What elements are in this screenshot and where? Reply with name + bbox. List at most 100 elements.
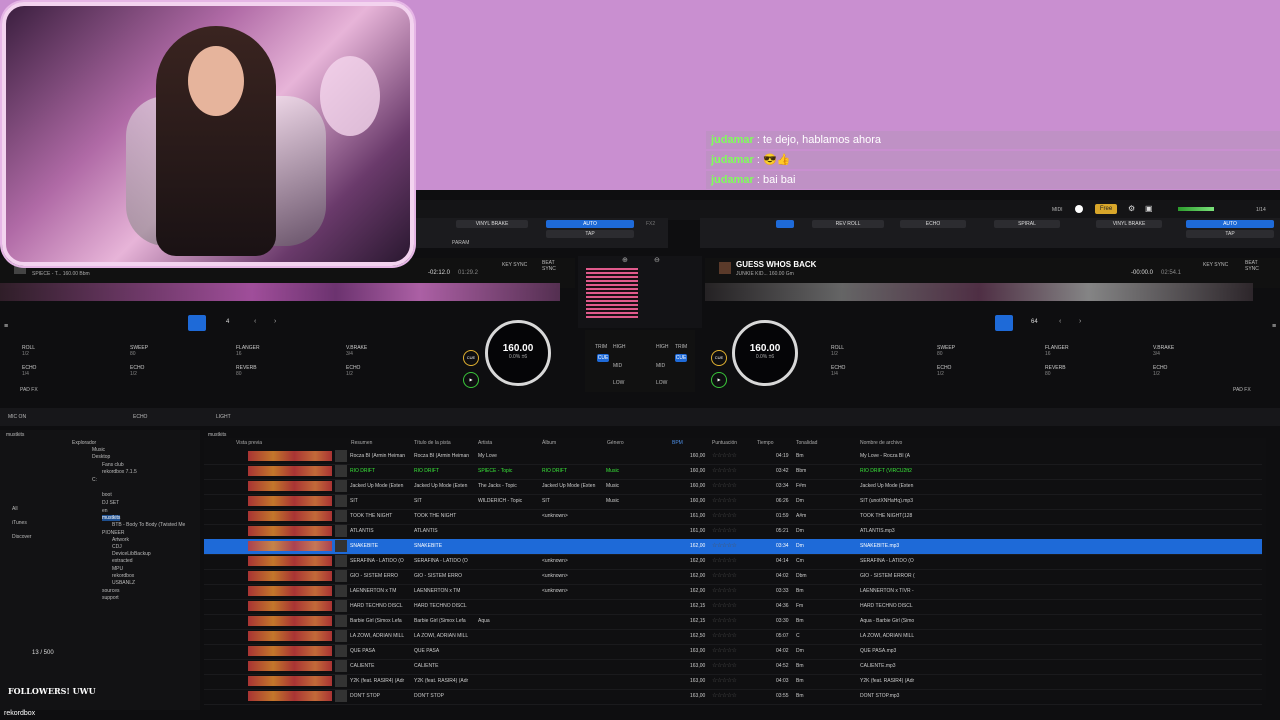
- plan-badge[interactable]: Free: [1095, 204, 1117, 214]
- fx-auto-button[interactable]: AUTO: [546, 220, 634, 228]
- table-row[interactable]: CALIENTE CALIENTE 163,00 04:52 Bm CALIENTE.mp…: [204, 659, 1262, 675]
- col-header-preview[interactable]: Vista previa: [236, 440, 262, 446]
- track-preview-waveform[interactable]: [248, 496, 332, 506]
- rating-stars[interactable]: ☆☆☆☆☆: [712, 542, 737, 549]
- deck1-play-button[interactable]: ▶: [463, 372, 479, 388]
- track-preview-waveform[interactable]: [248, 481, 332, 491]
- table-row[interactable]: DON'T STOP DON'T STOP 163,00 03:55 Bm DONT ST…: [204, 689, 1262, 705]
- table-row[interactable]: Rocza BI (Armin Heiman Rocza BI (Armin He…: [204, 449, 1262, 465]
- rating-stars[interactable]: ☆☆☆☆☆: [712, 467, 737, 474]
- col-header-filename[interactable]: Nombre de archivo: [860, 440, 902, 446]
- col-header-summary[interactable]: Resumen: [351, 440, 372, 446]
- pad[interactable]: V.BRAKE 3/4: [1153, 345, 1174, 357]
- tree-item[interactable]: DJ SET: [102, 500, 119, 506]
- table-row[interactable]: HARD TECHNO DISCL HARD TECHNO DISCL 162,15…: [204, 599, 1262, 615]
- track-preview-waveform[interactable]: [248, 451, 332, 461]
- light-label[interactable]: LIGHT: [216, 414, 231, 420]
- track-preview-waveform[interactable]: [248, 586, 332, 596]
- rating-stars[interactable]: ☆☆☆☆☆: [712, 617, 737, 624]
- rating-stars[interactable]: ☆☆☆☆☆: [712, 692, 737, 699]
- track-preview-waveform[interactable]: [248, 661, 332, 671]
- mic-echo-label[interactable]: ECHO: [133, 414, 147, 420]
- deck2-waveform[interactable]: [705, 283, 1253, 301]
- pad[interactable]: FLANGER 16: [236, 345, 260, 357]
- table-row[interactable]: SIT SIT WILDERICH - Topic SIT Music 160,00 06:…: [204, 494, 1262, 510]
- beat-fx-toggle[interactable]: [776, 220, 794, 228]
- tree-item[interactable]: CDJ: [112, 544, 122, 550]
- track-preview-waveform[interactable]: [248, 601, 332, 611]
- tree-item[interactable]: sources: [102, 588, 120, 594]
- rating-stars[interactable]: ☆☆☆☆☆: [712, 602, 737, 609]
- table-row[interactable]: QUE PASA QUE PASA 163,00 04:02 Dm QUE PASA.mp…: [204, 644, 1262, 660]
- tree-item[interactable]: extracted: [112, 558, 133, 564]
- deck1-beat-count[interactable]: 4: [226, 319, 229, 325]
- fx-auto-button[interactable]: AUTO: [1186, 220, 1274, 228]
- tree-item[interactable]: Desktop: [92, 454, 110, 460]
- tree-item-selected[interactable]: mustkits: [102, 515, 121, 521]
- deck1-jog-wheel[interactable]: 160.00 0.0% ±6: [485, 320, 551, 386]
- pad[interactable]: REVERB 80: [236, 365, 257, 377]
- col-header-rating[interactable]: Puntuación: [712, 440, 737, 446]
- tree-item[interactable]: Explorador: [72, 440, 96, 446]
- track-preview-waveform[interactable]: [248, 631, 332, 641]
- rating-stars[interactable]: ☆☆☆☆☆: [712, 632, 737, 639]
- col-header-key[interactable]: Tonalidad: [796, 440, 817, 446]
- fx-tap-button[interactable]: TAP: [1186, 230, 1274, 238]
- track-preview-waveform[interactable]: [248, 526, 332, 536]
- gear-icon[interactable]: ⚙: [1128, 204, 1135, 213]
- track-preview-waveform[interactable]: [248, 616, 332, 626]
- table-row[interactable]: SERAFINA - LATIDO (O SERAFINA - LATIDO (O…: [204, 554, 1262, 570]
- deck1-auto-toggle[interactable]: [188, 315, 206, 331]
- table-row[interactable]: GIO - SISTEM ERRO GIO - SISTEM ERRO <unkno…: [204, 569, 1262, 585]
- tree-item[interactable]: en: [102, 508, 108, 514]
- rating-stars[interactable]: ☆☆☆☆☆: [712, 527, 737, 534]
- pad[interactable]: ECHO 1/4: [831, 365, 845, 377]
- fx-select-button[interactable]: ECHO: [900, 220, 966, 228]
- sidebar-item-discover[interactable]: Discover: [12, 534, 31, 540]
- mic-on-label[interactable]: MIC ON: [8, 414, 26, 420]
- rating-stars[interactable]: ☆☆☆☆☆: [712, 647, 737, 654]
- track-preview-waveform[interactable]: [248, 541, 332, 551]
- deck2-auto-toggle[interactable]: [995, 315, 1013, 331]
- tree-item[interactable]: MPU: [112, 566, 123, 572]
- rating-stars[interactable]: ☆☆☆☆☆: [712, 557, 737, 564]
- table-row[interactable]: RIO DRIFT RIO DRIFT SPIECE - Topic RIO DRIF…: [204, 464, 1262, 480]
- tree-item[interactable]: PIONEER: [102, 530, 125, 536]
- table-row[interactable]: TOOK THE NIGHT TOOK THE NIGHT <unknown> 161…: [204, 509, 1262, 525]
- pad[interactable]: ECHO 1/4: [22, 365, 36, 377]
- rating-stars[interactable]: ☆☆☆☆☆: [712, 587, 737, 594]
- midi-label[interactable]: MIDI: [1052, 207, 1063, 213]
- pad[interactable]: ROLL 1/2: [831, 345, 844, 357]
- table-row[interactable]: Barbie Girl (Simox Lefa Barbie Girl (Simo…: [204, 614, 1262, 630]
- col-header-genre[interactable]: Género: [607, 440, 624, 446]
- table-row[interactable]: Jacked Up Mode (Exten Jacked Up Mode (Ext…: [204, 479, 1262, 495]
- tree-item[interactable]: Artwork: [112, 537, 129, 543]
- pad[interactable]: ECHO 1/2: [937, 365, 951, 377]
- track-preview-waveform[interactable]: [248, 556, 332, 566]
- sidebar-item-itunes[interactable]: iTunes: [12, 520, 27, 526]
- zoom-out-icon[interactable]: ⊖: [654, 256, 660, 264]
- sidebar-item-all[interactable]: All: [12, 506, 18, 512]
- track-preview-waveform[interactable]: [248, 691, 332, 701]
- fx-select-button[interactable]: VINYL BRAKE: [456, 220, 528, 228]
- pad[interactable]: SWEEP 80: [130, 345, 148, 357]
- menu-icon[interactable]: ≡: [4, 323, 8, 330]
- pad[interactable]: ECHO 1/2: [1153, 365, 1167, 377]
- deck1-key-sync-label[interactable]: KEY SYNC: [502, 262, 527, 268]
- track-preview-waveform[interactable]: [248, 646, 332, 656]
- deck2-play-button[interactable]: ▶: [711, 372, 727, 388]
- record-icon[interactable]: [1075, 205, 1083, 213]
- window-icon[interactable]: ▣: [1145, 204, 1153, 213]
- rating-stars[interactable]: ☆☆☆☆☆: [712, 662, 737, 669]
- sidebar-item-collection[interactable]: mustkits: [6, 432, 24, 438]
- deck2-beat-sync-label[interactable]: BEAT SYNC: [1245, 260, 1269, 272]
- pad[interactable]: SWEEP 80: [937, 345, 955, 357]
- chevron-right-icon[interactable]: ›: [1079, 318, 1081, 325]
- chevron-left-icon[interactable]: ‹: [254, 318, 256, 325]
- pad[interactable]: ECHO 1/2: [130, 365, 144, 377]
- track-preview-waveform[interactable]: [248, 466, 332, 476]
- fx-tap-button[interactable]: TAP: [546, 230, 634, 238]
- table-row[interactable]: Y2K (feat. RASIR4) (Adr Y2K (feat. RASIR4…: [204, 674, 1262, 690]
- table-row[interactable]: SNAKEBITE SNAKEBITE 162,00 03:34 Dm SNAKEBITE…: [204, 539, 1262, 555]
- deck1-padfx-label[interactable]: PAD FX: [20, 387, 38, 393]
